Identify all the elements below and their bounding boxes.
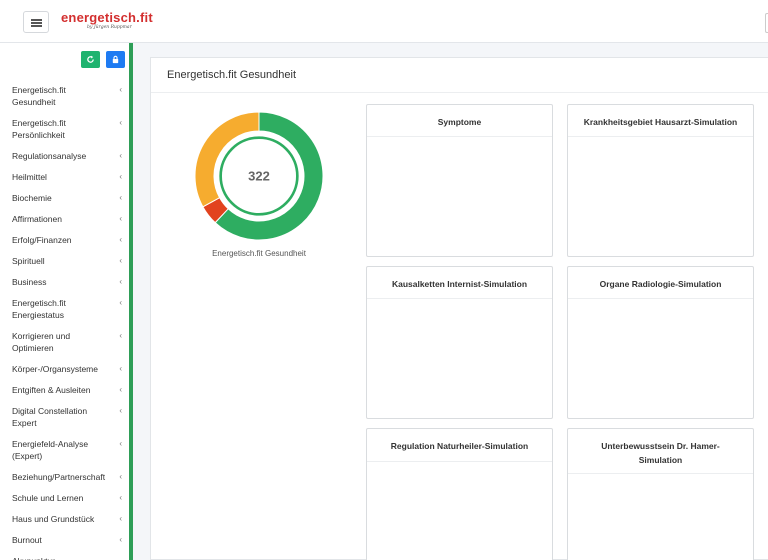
sidebar-item-label: Haus und Grundstück — [12, 514, 95, 524]
logo[interactable]: energetisch.fit by Jürgen Ruppmar — [61, 10, 153, 30]
chart-panel[interactable]: Krankheitsgebiet Hausarzt-Simulation — [567, 104, 754, 257]
lock-button[interactable] — [106, 51, 125, 68]
panel-title: Regulation Naturheiler-Simulation — [390, 441, 529, 451]
sidebar-item[interactable]: Haus und Grundstück ‹ — [0, 509, 129, 530]
sidebar-item[interactable]: Korrigieren und Optimieren ‹ — [0, 326, 129, 359]
sidebar-item-label: Schule und Lernen — [12, 493, 84, 503]
chart-panel[interactable]: Unterbewusstsein Dr. Hamer-Simulation — [567, 428, 754, 560]
sidebar-item-label: Spirituell — [12, 256, 45, 266]
chevron-left-icon: ‹ — [119, 535, 122, 544]
card-divider — [151, 92, 768, 93]
sidebar-item[interactable]: Biochemie ‹ — [0, 188, 129, 209]
panel-divider — [367, 461, 552, 462]
panel-title: Symptome — [437, 117, 482, 127]
panel-title: Organe Radiologie-Simulation — [599, 279, 722, 289]
sidebar-item[interactable]: Business ‹ — [0, 272, 129, 293]
sidebar: Energetisch.fit Gesundheit ‹ Energetisch.f… — [0, 43, 133, 560]
chart-panel[interactable]: Symptome — [366, 104, 553, 257]
chevron-left-icon: ‹ — [119, 277, 122, 286]
sidebar-item[interactable]: Regulationsanalyse ‹ — [0, 146, 129, 167]
orange-segment — [194, 111, 260, 208]
sidebar-item[interactable]: Energiefeld-Analyse (Expert) ‹ — [0, 434, 129, 467]
sidebar-item-label: Entgiften & Ausleiten — [12, 385, 91, 395]
chevron-left-icon: ‹ — [119, 235, 122, 244]
logo-text: energetisch.fit — [61, 10, 153, 25]
sidebar-item[interactable]: Affirmationen ‹ — [0, 209, 129, 230]
sidebar-item-label: Energetisch.fit Persönlichkeit — [12, 118, 66, 140]
refresh-icon — [87, 55, 94, 63]
sidebar-item[interactable]: Burnout ‹ — [0, 530, 129, 551]
chevron-left-icon: ‹ — [119, 493, 122, 502]
sidebar-item[interactable]: Entgiften & Ausleiten ‹ — [0, 380, 129, 401]
chart-panel[interactable]: Kausalketten Internist-Simulation — [366, 266, 553, 419]
sidebar-item[interactable]: Schule und Lernen ‹ — [0, 488, 129, 509]
sidebar-item[interactable]: Energetisch.fit Persönlichkeit ‹ — [0, 113, 129, 146]
sidebar-item[interactable]: Spirituell ‹ — [0, 251, 129, 272]
chevron-down-icon: ⌄ — [115, 555, 122, 560]
card-title: Energetisch.fit Gesundheit — [167, 69, 297, 81]
overview-donut: 322 — [194, 111, 324, 241]
sidebar-item-label: Business — [12, 277, 47, 287]
sidebar-item-label: Regulationsanalyse — [12, 151, 87, 161]
sidebar-item-label: Biochemie — [12, 193, 52, 203]
sidebar-item-label: Digital Constellation Expert — [12, 406, 88, 428]
chevron-left-icon: ‹ — [119, 256, 122, 265]
sidebar-item-label: Heilmittel — [12, 172, 47, 182]
sidebar-item[interactable]: Beziehung/Partnerschaft ‹ — [0, 467, 129, 488]
chevron-left-icon: ‹ — [119, 364, 122, 373]
panel-divider — [568, 298, 753, 299]
sidebar-item[interactable]: Erfolg/Finanzen ‹ — [0, 230, 129, 251]
sidebar-item[interactable]: Akupunktur ⌄ — [0, 551, 129, 560]
sidebar-item-label: Erfolg/Finanzen — [12, 235, 72, 245]
logo-signature: by Jürgen Ruppmar — [87, 25, 132, 30]
sidebar-item-label: Korrigieren und Optimieren — [12, 331, 71, 353]
panel-title: Unterbewusstsein Dr. Hamer-Simulation — [601, 441, 720, 465]
sidebar-item-label: Affirmationen — [12, 214, 62, 224]
panel-divider — [367, 298, 552, 299]
sidebar-item-label: Energetisch.fit Gesundheit — [12, 85, 66, 107]
sidebar-item[interactable]: Energetisch.fit Gesundheit ‹ — [0, 80, 129, 113]
chevron-left-icon: ‹ — [119, 172, 122, 181]
sidebar-tools — [81, 51, 125, 68]
chevron-left-icon: ‹ — [119, 118, 122, 127]
sidebar-item-label: Beziehung/Partnerschaft — [12, 472, 106, 482]
hamburger-icon — [31, 19, 42, 21]
panel-divider — [568, 473, 753, 474]
lock-icon — [112, 55, 119, 64]
sidebar-item[interactable]: Energetisch.fit Energiestatus ‹ — [0, 293, 129, 326]
panel-divider — [367, 136, 552, 137]
chevron-left-icon: ‹ — [119, 193, 122, 202]
panel-divider — [568, 136, 753, 137]
sidebar-menu: Energetisch.fit Gesundheit ‹ Energetisch.f… — [0, 80, 129, 560]
sidebar-item[interactable]: Heilmittel ‹ — [0, 167, 129, 188]
chart-panel[interactable]: Regulation Naturheiler-Simulation — [366, 428, 553, 560]
sidebar-item-label: Burnout — [12, 535, 42, 545]
overview-caption: Energetisch.fit Gesundheit — [212, 249, 306, 258]
panel-title: Kausalketten Internist-Simulation — [391, 279, 528, 289]
menu-toggle-button[interactable] — [23, 11, 49, 33]
panel-title: Krankheitsgebiet Hausarzt-Simulation — [583, 117, 738, 127]
refresh-button[interactable] — [81, 51, 100, 68]
chevron-left-icon: ‹ — [119, 385, 122, 394]
sidebar-item-label: Körper-/Organsysteme — [12, 364, 98, 374]
sidebar-item[interactable]: Digital Constellation Expert ‹ — [0, 401, 129, 434]
chevron-left-icon: ‹ — [119, 85, 122, 94]
top-header: energetisch.fit by Jürgen Ruppmar — [0, 0, 768, 43]
chevron-left-icon: ‹ — [119, 214, 122, 223]
chevron-left-icon: ‹ — [119, 472, 122, 481]
chevron-left-icon: ‹ — [119, 406, 122, 415]
sidebar-item[interactable]: Körper-/Organsysteme ‹ — [0, 359, 129, 380]
sidebar-item-label: Akupunktur — [12, 556, 55, 560]
chevron-left-icon: ‹ — [119, 439, 122, 448]
chevron-left-icon: ‹ — [119, 331, 122, 340]
sidebar-item-label: Energetisch.fit Energiestatus — [12, 298, 66, 320]
donut-value: 322 — [248, 169, 270, 184]
chevron-left-icon: ‹ — [119, 514, 122, 523]
chart-panel[interactable]: Organe Radiologie-Simulation — [567, 266, 754, 419]
chevron-left-icon: ‹ — [119, 151, 122, 160]
sidebar-item-label: Energiefeld-Analyse (Expert) — [12, 439, 89, 461]
chevron-left-icon: ‹ — [119, 298, 122, 307]
